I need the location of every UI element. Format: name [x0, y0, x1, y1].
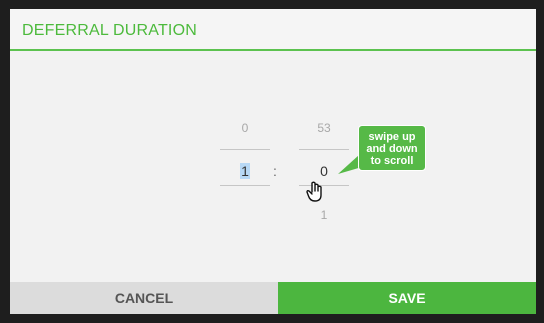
cancel-button[interactable]: CANCEL [10, 282, 278, 314]
hours-divider-top [220, 149, 270, 150]
tooltip-line-1: swipe up [368, 131, 416, 143]
hours-previous-value[interactable]: 0 [220, 121, 270, 135]
tooltip-line-2: and down [366, 143, 418, 155]
hours-selected-text[interactable]: 1 [240, 163, 250, 179]
minutes-previous-value[interactable]: 53 [299, 121, 349, 135]
duration-picker: 0 1 : 53 0 1 swipe up and down to scroll [10, 51, 536, 293]
minutes-next-value[interactable]: 1 [299, 208, 349, 222]
deferral-duration-dialog: DEFERRAL DURATION 0 1 : 53 0 1 swipe up … [10, 9, 536, 314]
dialog-title: DEFERRAL DURATION [22, 22, 197, 39]
window-frame: DEFERRAL DURATION 0 1 : 53 0 1 swipe up … [0, 0, 544, 323]
dialog-button-bar: CANCEL SAVE [10, 282, 536, 314]
dialog-header: DEFERRAL DURATION [10, 9, 536, 51]
minutes-divider-top [299, 149, 349, 150]
save-button[interactable]: SAVE [278, 282, 536, 314]
hours-current-value[interactable]: 1 [220, 163, 270, 179]
time-separator: : [273, 163, 277, 179]
tooltip-line-3: to scroll [370, 155, 414, 167]
hand-pointer-icon [306, 181, 322, 202]
swipe-hint-tooltip: swipe up and down to scroll [358, 125, 426, 171]
hours-divider-bottom [220, 185, 270, 186]
